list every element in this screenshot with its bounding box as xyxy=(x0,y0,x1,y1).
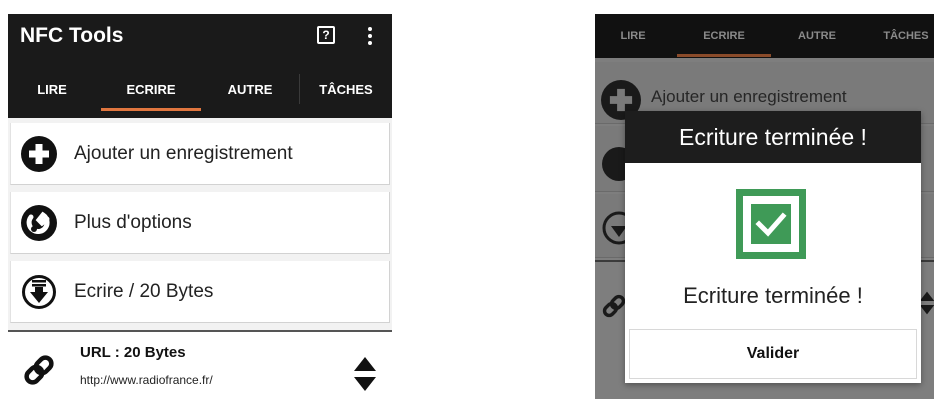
wrench-icon xyxy=(21,205,57,241)
record-title: URL : 20 Bytes xyxy=(80,344,186,361)
app-bar: NFC Tools ? xyxy=(8,14,392,60)
help-icon[interactable]: ? xyxy=(317,26,335,44)
dimmed-tab-lire: LIRE xyxy=(620,30,646,42)
dimmed-tab-autre: AUTRE xyxy=(798,30,836,42)
write-card[interactable]: Ecrire / 20 Bytes xyxy=(10,261,390,323)
help-glyph: ? xyxy=(322,28,330,42)
more-options-icon[interactable] xyxy=(366,25,374,47)
app-title: NFC Tools xyxy=(20,24,124,47)
tab-autre[interactable]: AUTRE xyxy=(201,60,299,118)
dimmed-add-record-label: Ajouter un enregistrement xyxy=(651,87,847,106)
nfc-tools-main-screen: NFC Tools ? LIRE ECRIRE AUTRE TÂCHES Ajo… xyxy=(8,14,392,399)
add-record-label: Ajouter un enregistrement xyxy=(74,143,293,164)
active-tab-indicator xyxy=(101,108,201,111)
add-record-card[interactable]: Ajouter un enregistrement xyxy=(10,123,390,185)
tab-taches[interactable]: TÂCHES xyxy=(300,60,392,118)
reorder-icon[interactable] xyxy=(353,356,377,392)
dimmed-active-indicator xyxy=(677,54,771,57)
write-complete-dialog: Ecriture terminée ! Ecriture terminée ! … xyxy=(625,111,921,383)
dialog-message: Ecriture terminée ! xyxy=(683,283,863,308)
more-options-label: Plus d'options xyxy=(74,212,192,233)
write-label: Ecrire / 20 Bytes xyxy=(74,281,214,302)
link-icon xyxy=(24,355,54,385)
record-url-row[interactable]: URL : 20 Bytes http://www.radiofrance.fr… xyxy=(8,332,392,399)
write-download-icon xyxy=(22,275,56,309)
dimmed-tab-ecrire: ECRIRE xyxy=(703,30,745,42)
tab-lire[interactable]: LIRE xyxy=(8,60,96,118)
more-options-card[interactable]: Plus d'options xyxy=(10,192,390,254)
dimmed-reorder-icon xyxy=(919,291,934,315)
dimmed-link-icon xyxy=(602,294,626,318)
add-circle-icon xyxy=(21,136,57,172)
validate-button[interactable]: Valider xyxy=(629,329,917,379)
tab-bar: LIRE ECRIRE AUTRE TÂCHES xyxy=(8,60,392,118)
dimmed-tab-taches: TÂCHES xyxy=(883,30,929,42)
dialog-title: Ecriture terminée ! xyxy=(625,111,921,163)
record-value: http://www.radiofrance.fr/ xyxy=(80,373,213,387)
check-icon xyxy=(736,189,806,259)
write-complete-screen: LIRE ECRIRE AUTRE TÂCHES Ajouter un enre… xyxy=(595,14,934,399)
dimmed-tab-bar: LIRE ECRIRE AUTRE TÂCHES xyxy=(595,14,934,58)
